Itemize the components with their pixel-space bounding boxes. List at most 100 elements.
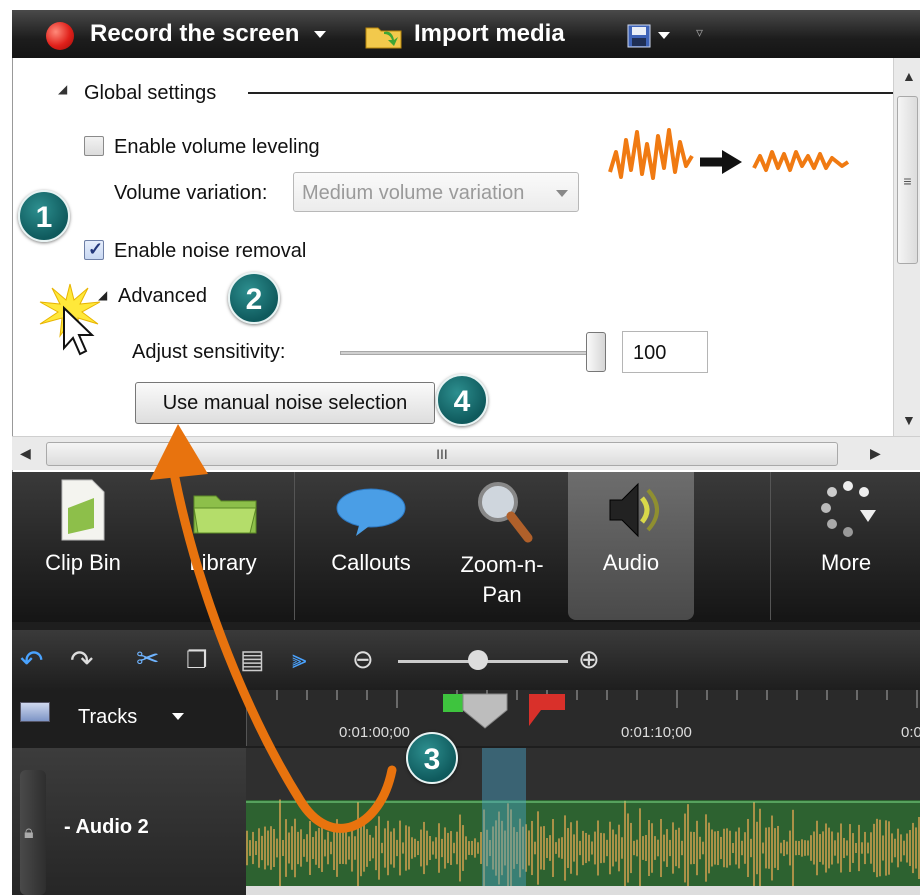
- waveform-bar: [399, 820, 401, 876]
- waveform-bar: [744, 832, 746, 864]
- horizontal-scroll-thumb[interactable]: III: [46, 442, 838, 466]
- waveform-bar: [900, 834, 902, 862]
- scroll-up-icon[interactable]: ▲: [902, 68, 916, 84]
- advanced-expand-triangle-icon[interactable]: ◢: [98, 288, 107, 302]
- volume-variation-select[interactable]: Medium volume variation: [293, 172, 579, 212]
- waveform-bar: [309, 821, 311, 875]
- waveform-bar: [270, 826, 272, 870]
- volume-variation-value: Medium volume variation: [302, 182, 525, 204]
- zoom-out-icon[interactable]: ⊖: [352, 644, 374, 675]
- waveform-bar: [774, 828, 776, 868]
- waveform-bar: [696, 820, 698, 876]
- scroll-right-icon[interactable]: ▶: [870, 445, 881, 462]
- tab-clip-bin[interactable]: Clip Bin: [18, 472, 148, 620]
- tab-more[interactable]: More: [778, 472, 914, 620]
- waveform-bar: [654, 836, 656, 860]
- vertical-scrollbar[interactable]: ▲ ≡ ▼: [893, 58, 920, 436]
- tracks-menu-label[interactable]: Tracks: [78, 706, 137, 729]
- lock-icon[interactable]: 🔒︎: [24, 822, 34, 843]
- tab-zoom-n-pan-label: Zoom-n-Pan: [460, 552, 544, 607]
- section-divider: [248, 92, 893, 94]
- save-dropdown-icon[interactable]: [658, 32, 670, 39]
- sensitivity-slider-track[interactable]: [340, 351, 602, 355]
- undo-icon[interactable]: ↶: [20, 644, 43, 677]
- tab-zoom-n-pan[interactable]: Zoom-n-Pan: [436, 472, 566, 620]
- waveform-bar: [543, 826, 545, 870]
- chevron-down-icon[interactable]: [314, 31, 327, 39]
- callout-badge-1: 1: [18, 190, 70, 242]
- waveform-bar: [564, 815, 566, 881]
- waveform-bar: [336, 819, 338, 877]
- waveform-bar: [618, 824, 620, 872]
- waveform-bar: [822, 831, 824, 865]
- waveform-bar: [594, 831, 596, 865]
- cut-icon[interactable]: ✂: [136, 642, 159, 675]
- waveform-bar: [435, 837, 437, 859]
- import-media-button[interactable]: Import media: [414, 20, 565, 48]
- waveform-bar: [585, 832, 587, 864]
- waveform-bar: [567, 828, 569, 868]
- audio-track-clip[interactable]: [246, 748, 920, 895]
- waveform-bar: [834, 840, 836, 856]
- volume-leveling-checkbox[interactable]: [84, 136, 104, 156]
- sensitivity-input[interactable]: 100: [622, 331, 708, 373]
- waveform-bar: [360, 819, 362, 877]
- waveform-bar: [480, 832, 482, 864]
- time-label-1: 0:01:00;00: [339, 724, 410, 741]
- waveform-bar: [828, 827, 830, 869]
- scroll-down-icon[interactable]: ▼: [902, 412, 916, 428]
- waveform-bar: [915, 827, 917, 869]
- copy-icon[interactable]: ❐: [186, 646, 208, 675]
- split-icon[interactable]: ⫸: [292, 644, 307, 676]
- waveform-bar: [780, 842, 782, 854]
- scroll-left-icon[interactable]: ◀: [20, 445, 31, 462]
- waveform-bar: [312, 837, 314, 859]
- zoom-slider-thumb[interactable]: [468, 650, 488, 670]
- waveform-bar: [606, 839, 608, 857]
- waveform-bar: [627, 813, 629, 883]
- waveform-bar: [768, 827, 770, 869]
- waveform-bar: [261, 835, 263, 861]
- advanced-label[interactable]: Advanced: [118, 285, 207, 308]
- save-disk-icon[interactable]: [626, 23, 652, 49]
- selection-start-marker[interactable]: [443, 694, 463, 712]
- waveform-bar: [531, 820, 533, 876]
- redo-icon[interactable]: ↷: [70, 644, 93, 677]
- manual-noise-selection-button[interactable]: Use manual noise selection: [135, 382, 435, 424]
- noise-removal-checkbox[interactable]: ✓: [84, 239, 104, 260]
- toolbar-overflow-icon[interactable]: ▿: [696, 24, 703, 41]
- waveform-bar: [753, 801, 755, 895]
- tab-library[interactable]: Library: [158, 472, 288, 620]
- waveform-bar: [897, 828, 899, 868]
- tracks-dropdown-icon[interactable]: [172, 713, 184, 720]
- waveform-bar: [825, 823, 827, 873]
- playhead[interactable]: [461, 690, 509, 730]
- waveform-bar: [600, 832, 602, 864]
- waveform-bar: [777, 825, 779, 871]
- vertical-scroll-thumb[interactable]: ≡: [897, 96, 918, 264]
- collapse-triangle-icon[interactable]: ◢: [58, 82, 67, 96]
- sensitivity-slider-thumb[interactable]: [586, 332, 606, 372]
- waveform-bar: [708, 822, 710, 874]
- waveform-bar: [291, 826, 293, 870]
- more-dots-icon: [821, 481, 876, 537]
- selection-end-marker[interactable]: [529, 694, 567, 728]
- tab-more-label: More: [820, 550, 872, 575]
- waveform-bar: [546, 837, 548, 859]
- waveform-bar: [867, 842, 869, 854]
- horizontal-scrollbar[interactable]: ◀ III ▶: [12, 436, 920, 470]
- waveform-bar: [552, 819, 554, 877]
- waveform-bar: [603, 833, 605, 863]
- timeline-hscroll[interactable]: [246, 886, 920, 895]
- zoom-in-icon[interactable]: ⊕: [578, 644, 600, 675]
- waveform-bar: [804, 840, 806, 856]
- record-icon[interactable]: [46, 22, 74, 50]
- time-ruler[interactable]: 0:01:00;00 0:01:10;00 0:0: [246, 690, 920, 746]
- record-screen-button[interactable]: Record the screen: [90, 20, 327, 48]
- tab-audio[interactable]: Audio: [568, 472, 694, 620]
- tab-callouts[interactable]: Callouts: [306, 472, 436, 620]
- paste-icon[interactable]: ▤: [240, 644, 265, 675]
- waveform-bar: [468, 841, 470, 855]
- waveform-bar: [276, 838, 278, 858]
- waveform-bar: [702, 841, 704, 855]
